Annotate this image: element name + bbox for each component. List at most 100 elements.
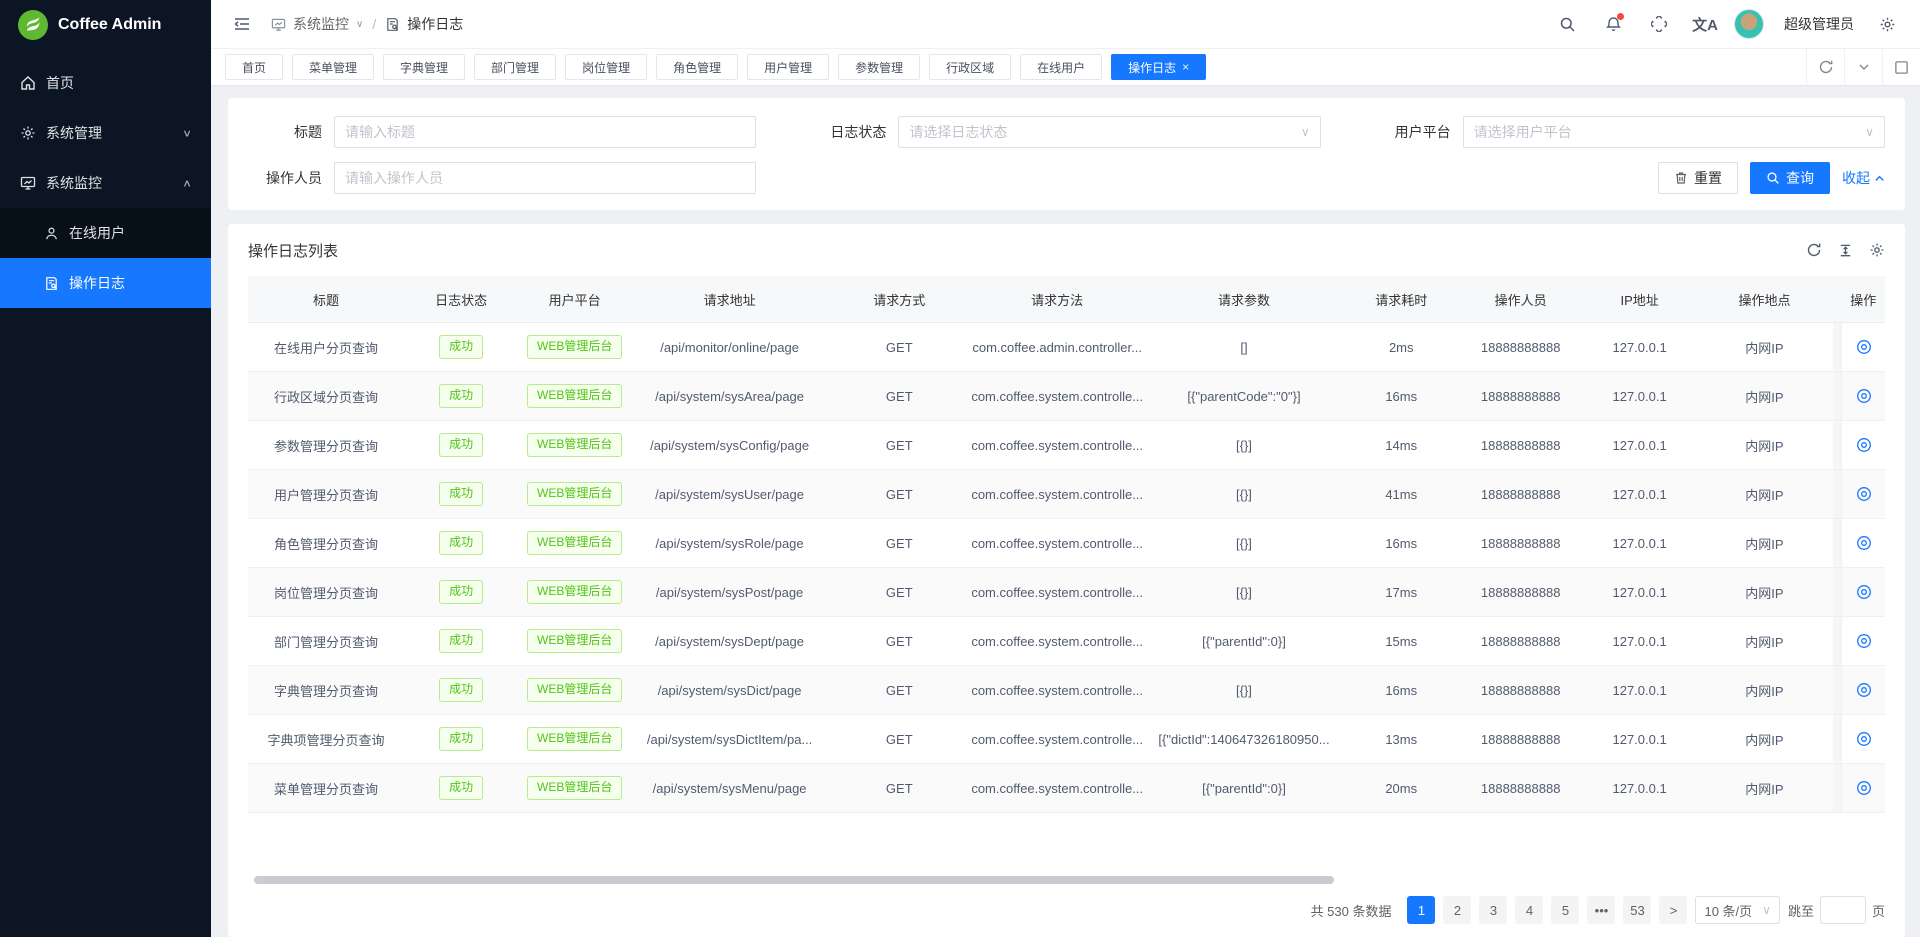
language-button[interactable]: 文A <box>1688 7 1722 41</box>
column-header[interactable]: 请求方式 <box>828 276 970 322</box>
column-header[interactable]: 请求方法 <box>970 276 1144 322</box>
refresh-tab-button[interactable] <box>1806 49 1844 86</box>
sidebar-item-system-manage[interactable]: 系统管理 ∨ <box>0 108 211 158</box>
sidebar-item-operation-log[interactable]: 操作日志 <box>0 258 211 308</box>
view-detail-button[interactable] <box>1856 486 1872 502</box>
collapse-sidebar-button[interactable] <box>225 7 259 41</box>
column-header[interactable]: 标题 <box>248 276 404 322</box>
request-url-cell: /api/monitor/online/page <box>631 323 828 371</box>
sidebar-item-online-users[interactable]: 在线用户 <box>0 208 211 258</box>
table-density-button[interactable] <box>1838 243 1853 258</box>
view-detail-button[interactable] <box>1856 535 1872 551</box>
tab-label: 操作日志 <box>1128 59 1176 76</box>
breadcrumb-parent[interactable]: 系统监控 <box>293 14 349 34</box>
actions-cell <box>1841 715 1885 763</box>
sidebar-item-home[interactable]: 首页 <box>0 58 211 108</box>
reset-button[interactable]: 重置 <box>1658 162 1738 194</box>
jump-page-input[interactable] <box>1820 896 1866 924</box>
tab-item[interactable]: 操作日志 × <box>1111 54 1206 80</box>
operator-input[interactable] <box>345 170 745 186</box>
page-size-select[interactable]: 10 条/页 ∨ <box>1695 896 1779 924</box>
app-logo[interactable]: Coffee Admin <box>0 0 211 50</box>
column-header[interactable]: 请求参数 <box>1144 276 1344 322</box>
notifications-button[interactable] <box>1596 7 1630 41</box>
tab-item[interactable]: 在线用户 <box>1020 54 1102 80</box>
view-detail-button[interactable] <box>1856 682 1872 698</box>
page-button[interactable]: 3 <box>1479 896 1507 924</box>
tab-item[interactable]: 角色管理 <box>656 54 738 80</box>
translate-icon: 文A <box>1692 14 1718 35</box>
column-header[interactable]: 用户平台 <box>518 276 631 322</box>
fullscreen-button[interactable] <box>1642 7 1676 41</box>
page-button[interactable]: 2 <box>1443 896 1471 924</box>
log-title-cell: 字典管理分页查询 <box>248 666 404 714</box>
column-header[interactable]: 操作地点 <box>1696 276 1832 322</box>
tab-item[interactable]: 部门管理 <box>474 54 556 80</box>
platform-select[interactable]: 请选择用户平台 ∨ <box>1463 116 1885 148</box>
page-button[interactable]: 53 <box>1623 896 1651 924</box>
platform-cell: WEB管理后台 <box>518 323 631 371</box>
gear-icon <box>1869 242 1885 258</box>
page-button[interactable]: 5 <box>1551 896 1579 924</box>
gear-icon <box>1879 16 1896 33</box>
platform-filter-label: 用户平台 <box>1377 122 1463 142</box>
avatar[interactable] <box>1734 9 1764 39</box>
operator-cell: 18888888888 <box>1458 372 1582 420</box>
tab-item[interactable]: 首页 <box>225 54 283 80</box>
tab-item[interactable]: 菜单管理 <box>292 54 374 80</box>
request-method-cell: GET <box>828 372 970 420</box>
username[interactable]: 超级管理员 <box>1784 14 1854 34</box>
chevron-up-icon <box>1874 173 1885 184</box>
page-button-active[interactable]: 1 <box>1407 896 1435 924</box>
tab-label: 岗位管理 <box>582 59 630 76</box>
operator-cell: 18888888888 <box>1458 764 1582 812</box>
scrollbar-thumb[interactable] <box>254 876 1334 884</box>
title-input[interactable] <box>345 124 745 140</box>
eye-icon <box>1856 780 1872 796</box>
tab-item[interactable]: 参数管理 <box>838 54 920 80</box>
table-row: 在线用户分页查询成功WEB管理后台/api/monitor/online/pag… <box>248 323 1885 372</box>
view-detail-button[interactable] <box>1856 339 1872 355</box>
page-button[interactable]: ••• <box>1587 896 1615 924</box>
collapse-filter-link[interactable]: 收起 <box>1842 168 1885 188</box>
tab-item[interactable]: 用户管理 <box>747 54 829 80</box>
search-button[interactable] <box>1550 7 1584 41</box>
view-detail-button[interactable] <box>1856 780 1872 796</box>
tab-options-button[interactable] <box>1844 49 1882 86</box>
column-header[interactable]: 操作人员 <box>1458 276 1582 322</box>
view-detail-button[interactable] <box>1856 437 1872 453</box>
tab-item[interactable]: 行政区域 <box>929 54 1011 80</box>
tab-item[interactable]: 字典管理 <box>383 54 465 80</box>
eye-icon <box>1856 731 1872 747</box>
column-header[interactable]: 日志状态 <box>404 276 519 322</box>
column-header[interactable]: 请求地址 <box>631 276 828 322</box>
table-settings-button[interactable] <box>1869 242 1885 258</box>
reset-button-label: 重置 <box>1694 168 1722 188</box>
location-cell: 内网IP <box>1696 323 1832 371</box>
tab-close-icon[interactable]: × <box>1182 61 1189 73</box>
request-params-cell: [] <box>1144 323 1344 371</box>
column-header[interactable]: 请求耗时 <box>1344 276 1459 322</box>
column-header[interactable]: IP地址 <box>1583 276 1697 322</box>
content-fullscreen-button[interactable] <box>1882 49 1920 86</box>
sidebar-item-system-monitor[interactable]: 系统监控 ∧ <box>0 158 211 208</box>
table-refresh-button[interactable] <box>1806 242 1822 258</box>
tab-item[interactable]: 岗位管理 <box>565 54 647 80</box>
next-page-button[interactable]: > <box>1659 896 1687 924</box>
column-gutter <box>1833 276 1842 322</box>
view-detail-button[interactable] <box>1856 731 1872 747</box>
view-detail-button[interactable] <box>1856 633 1872 649</box>
request-url-cell: /api/system/sysDict/page <box>631 666 828 714</box>
pagination: 共 530 条数据 12345•••53 > 10 条/页 ∨ 跳至 页 <box>248 889 1885 937</box>
status-select[interactable]: 请选择日志状态 ∨ <box>898 116 1320 148</box>
page-button[interactable]: 4 <box>1515 896 1543 924</box>
app-title: Coffee Admin <box>58 16 161 34</box>
view-detail-button[interactable] <box>1856 388 1872 404</box>
trash-icon <box>1674 171 1688 185</box>
status-badge: 成功 <box>439 531 483 555</box>
view-detail-button[interactable] <box>1856 584 1872 600</box>
settings-button[interactable] <box>1870 7 1904 41</box>
search-submit-button[interactable]: 查询 <box>1750 162 1830 194</box>
ip-cell: 127.0.0.1 <box>1583 617 1697 665</box>
column-header[interactable]: 操作 <box>1841 276 1885 322</box>
